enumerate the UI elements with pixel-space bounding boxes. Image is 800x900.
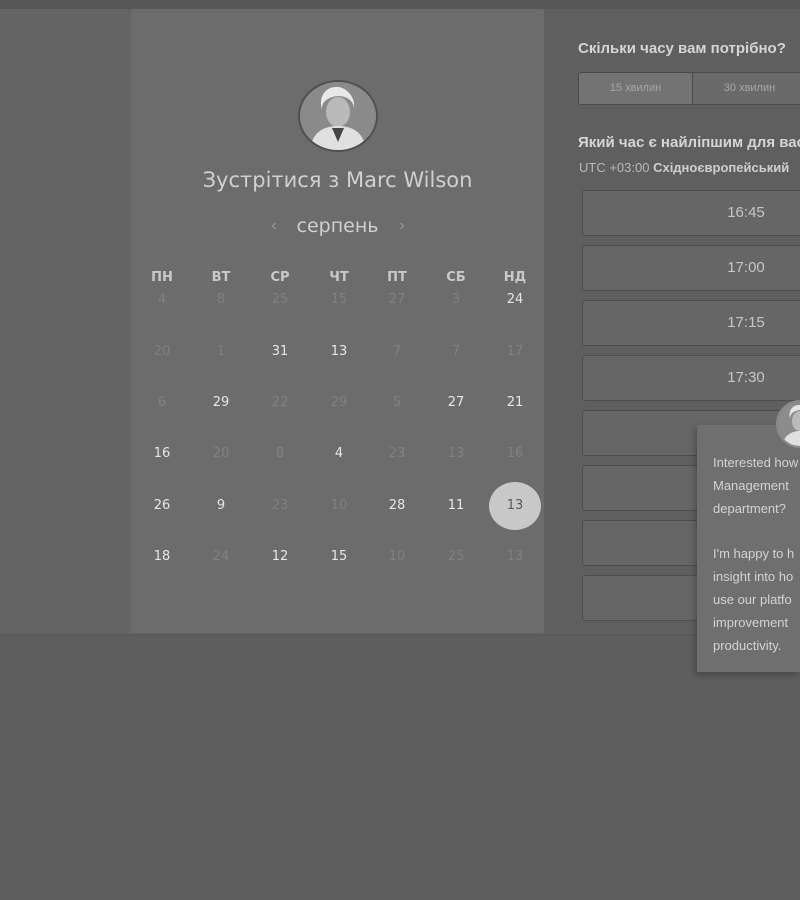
calendar-day: 16 <box>506 446 524 461</box>
calendar-day: 25 <box>447 549 465 564</box>
duration-selector: 15 хвилин 30 хвилин <box>578 72 800 105</box>
time-slot-label: 17:00 <box>727 259 765 276</box>
calendar-day: 3 <box>451 292 461 307</box>
chat-text-line: productivity. <box>713 638 782 653</box>
calendar-day[interactable]: 21 <box>490 395 540 411</box>
weekday-label: ПТ <box>387 270 407 285</box>
calendar-day[interactable]: 9 <box>196 498 246 514</box>
calendar-day[interactable]: 4 <box>314 446 364 462</box>
chevron-left-icon[interactable]: ‹ <box>267 212 281 240</box>
calendar-day: 27 <box>388 292 406 307</box>
host-avatar <box>298 80 378 152</box>
month-label: серпень <box>296 215 379 237</box>
top-strip <box>0 0 800 9</box>
calendar-day[interactable]: 13 <box>314 344 364 360</box>
weekday-label: ЧТ <box>329 270 349 285</box>
timezone-name: Східноєвропейський <box>653 160 790 175</box>
timezone-offset: UTC +03:00 <box>579 160 650 175</box>
calendar-day: 24 <box>212 549 230 564</box>
calendar-day: 13 <box>506 549 524 564</box>
chat-text-line: Interested how <box>713 455 799 470</box>
calendar-day[interactable]: 16 <box>137 446 187 462</box>
calendar-day: 29 <box>330 395 348 410</box>
chat-text-line: use our platfo <box>713 592 792 607</box>
weekday-label: ПН <box>151 270 173 285</box>
time-slot-button[interactable]: 17:00 <box>582 245 800 291</box>
duration-question: Скільки часу вам потрібно? <box>578 40 786 57</box>
calendar-day: 10 <box>330 498 348 513</box>
duration-option-30[interactable]: 30 хвилин <box>692 73 800 104</box>
time-slot-button[interactable]: 16:45 <box>582 190 800 236</box>
calendar-day[interactable]: 11 <box>431 498 481 514</box>
chat-text-line: I'm happy to h <box>713 546 795 561</box>
calendar-day: 7 <box>392 344 402 359</box>
calendar-day[interactable]: 26 <box>137 498 187 514</box>
calendar-day[interactable]: 24 <box>490 292 540 308</box>
calendar-day: 23 <box>271 498 289 513</box>
calendar-day: 6 <box>157 395 167 410</box>
calendar-day: 20 <box>153 344 171 359</box>
calendar-day: 8 <box>275 446 285 461</box>
calendar-day[interactable]: 12 <box>255 549 305 565</box>
calendar-day: 25 <box>271 292 289 307</box>
chat-text-line: department? <box>713 501 786 516</box>
chat-text-line: insight into ho <box>713 569 794 584</box>
time-slot-label: 16:45 <box>727 204 765 221</box>
calendar-day[interactable]: 29 <box>196 395 246 411</box>
calendar-day: 7 <box>451 344 461 359</box>
time-slot-button[interactable]: 17:15 <box>582 300 800 346</box>
band-divider <box>0 634 800 636</box>
calendar-day[interactable]: 18 <box>137 549 187 565</box>
calendar-day: 15 <box>330 292 348 307</box>
calendar-day: 23 <box>388 446 406 461</box>
calendar-day: 5 <box>392 395 402 410</box>
calendar-day: 8 <box>216 292 226 307</box>
weekday-label: ВТ <box>211 270 231 285</box>
weekday-label: СР <box>270 270 290 285</box>
calendar-day: 1 <box>216 344 226 359</box>
calendar-day[interactable]: 27 <box>431 395 481 411</box>
duration-option-15[interactable]: 15 хвилин <box>579 73 692 104</box>
calendar-day[interactable]: 31 <box>255 344 305 360</box>
time-question: Який час є найліпшим для вас? <box>578 134 800 151</box>
calendar-day: 17 <box>506 344 524 359</box>
calendar-day[interactable]: 28 <box>372 498 422 514</box>
weekday-label: НД <box>503 270 527 285</box>
meeting-host-title: Зустрітися з Marc Wilson <box>202 168 473 192</box>
calendar-day: 13 <box>447 446 465 461</box>
calendar-day: 4 <box>157 292 167 307</box>
month-navigation: ‹ серпень › <box>131 212 544 240</box>
time-slot-label: 17:15 <box>727 314 765 331</box>
timezone-label[interactable]: UTC +03:00 Східноєвропейський <box>579 160 789 175</box>
time-slot-button[interactable]: 17:30 <box>582 355 800 401</box>
calendar-day: 10 <box>388 549 406 564</box>
chat-text-line: improvement <box>713 615 789 630</box>
chat-text-line: Management <box>713 478 789 493</box>
calendar-day[interactable]: 15 <box>314 549 364 565</box>
time-slot-label: 17:30 <box>727 369 765 386</box>
chevron-right-icon[interactable]: › <box>395 212 409 240</box>
calendar-day-selected[interactable]: 13 <box>489 482 541 530</box>
weekday-label: СБ <box>446 270 466 285</box>
calendar-day: 20 <box>212 446 230 461</box>
calendar-day: 22 <box>271 395 289 410</box>
